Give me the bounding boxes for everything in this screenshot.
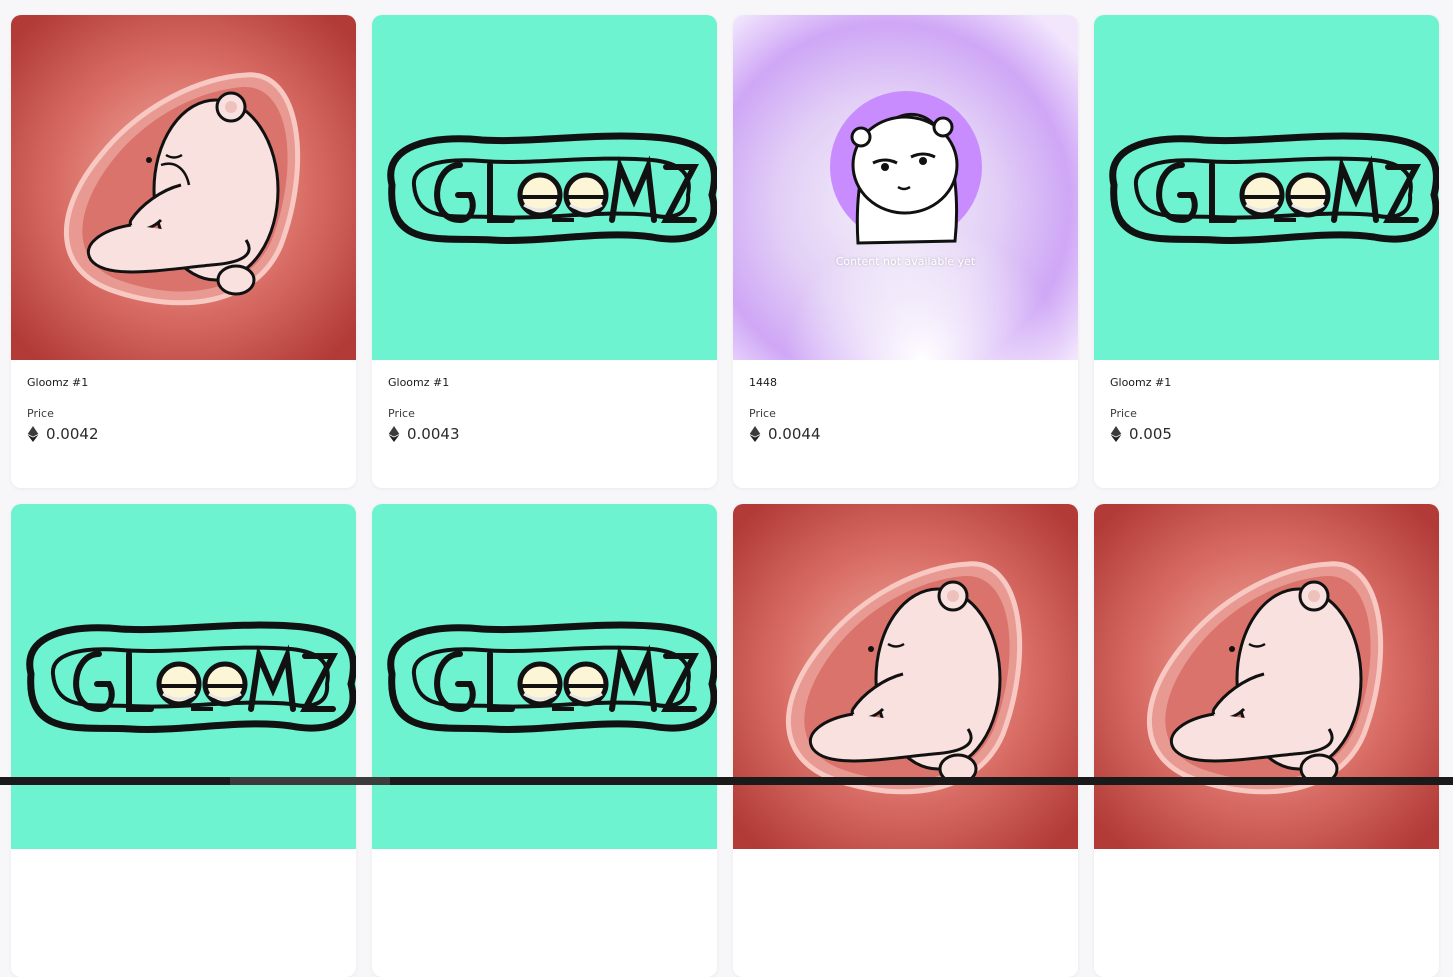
placeholder-artwork bbox=[733, 15, 1078, 360]
ethereum-icon bbox=[27, 426, 39, 442]
embryo-artwork bbox=[733, 504, 1078, 849]
nft-card[interactable] bbox=[11, 504, 356, 977]
nft-title: Gloomz #1 bbox=[27, 376, 89, 389]
ethereum-icon bbox=[388, 426, 400, 442]
nft-card[interactable]: Gloomz #1 Price 0.0042 bbox=[11, 15, 356, 488]
gloomz-logo-artwork bbox=[11, 504, 356, 849]
scrollbar-thumb[interactable] bbox=[230, 777, 390, 785]
nft-image[interactable] bbox=[372, 504, 717, 849]
nft-image[interactable]: Content not available yet bbox=[733, 15, 1078, 360]
embryo-artwork bbox=[1094, 504, 1439, 849]
price-label: Price bbox=[27, 407, 54, 420]
nft-card[interactable]: Gloomz #1 Price 0.0043 bbox=[372, 15, 717, 488]
gloomz-logo-artwork bbox=[372, 504, 717, 849]
price-value: 0.0042 bbox=[46, 425, 99, 443]
gloomz-logo-artwork bbox=[1094, 15, 1439, 360]
nft-card[interactable] bbox=[733, 504, 1078, 977]
nft-image[interactable] bbox=[11, 15, 356, 360]
gloomz-logo-artwork bbox=[372, 15, 717, 360]
content-unavailable-text: Content not available yet bbox=[835, 255, 976, 268]
nft-title: Gloomz #1 bbox=[1110, 376, 1172, 389]
nft-image[interactable] bbox=[1094, 15, 1439, 360]
embryo-artwork bbox=[11, 15, 356, 360]
nft-title: 1448 bbox=[749, 376, 777, 389]
nft-image[interactable] bbox=[1094, 504, 1439, 849]
nft-image[interactable] bbox=[372, 15, 717, 360]
nft-card[interactable] bbox=[372, 504, 717, 977]
price-label: Price bbox=[388, 407, 415, 420]
ethereum-icon bbox=[749, 426, 761, 442]
nft-card[interactable] bbox=[1094, 504, 1439, 977]
price-label: Price bbox=[1110, 407, 1137, 420]
nft-card[interactable]: Gloomz #1 Price 0.005 bbox=[1094, 15, 1439, 488]
nft-title: Gloomz #1 bbox=[388, 376, 450, 389]
price-row: 0.0042 bbox=[27, 425, 340, 443]
price-row: 0.0043 bbox=[388, 425, 701, 443]
price-value: 0.005 bbox=[1129, 425, 1172, 443]
nft-grid: Gloomz #1 Price 0.0042 Gloomz #1 Price 0… bbox=[11, 15, 1439, 977]
price-value: 0.0043 bbox=[407, 425, 460, 443]
price-row: 0.0044 bbox=[749, 425, 1062, 443]
price-row: 0.005 bbox=[1110, 425, 1423, 443]
horizontal-scrollbar[interactable] bbox=[0, 777, 1453, 785]
price-value: 0.0044 bbox=[768, 425, 821, 443]
nft-card[interactable]: Content not available yet 1448 Price 0.0… bbox=[733, 15, 1078, 488]
price-label: Price bbox=[749, 407, 776, 420]
nft-image[interactable] bbox=[733, 504, 1078, 849]
ethereum-icon bbox=[1110, 426, 1122, 442]
nft-image[interactable] bbox=[11, 504, 356, 849]
